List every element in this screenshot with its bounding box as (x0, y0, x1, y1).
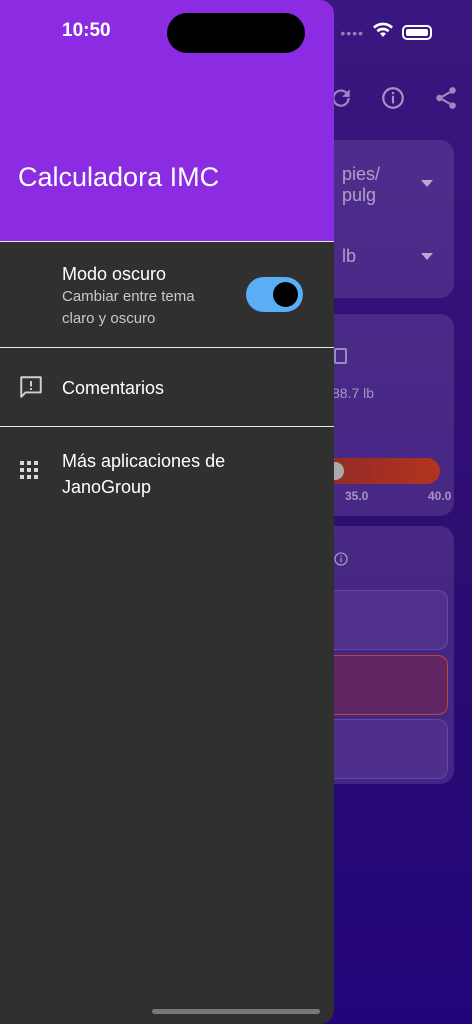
wifi-icon (372, 22, 394, 43)
more-apps-title: Más aplicaciones de JanoGroup (62, 451, 226, 497)
scale-label: 35.0 (345, 489, 369, 503)
battery-icon (402, 25, 432, 40)
info-icon[interactable] (333, 551, 349, 572)
feedback-icon (18, 374, 44, 400)
status-icons: •••• (340, 22, 432, 43)
status-time: 10:50 (62, 20, 111, 41)
signal-icon: •••• (340, 24, 364, 41)
chevron-down-icon (421, 253, 433, 260)
apps-grid-icon (18, 459, 44, 485)
home-indicator (152, 1009, 320, 1014)
share-icon[interactable] (431, 83, 461, 113)
dark-mode-toggle[interactable] (246, 277, 303, 312)
copy-icon[interactable] (332, 345, 348, 370)
info-icon[interactable] (378, 83, 408, 113)
toggle-knob (273, 282, 298, 307)
dark-mode-title: Modo oscuro (62, 264, 167, 284)
chevron-down-icon (421, 180, 433, 187)
height-unit[interactable]: pies/ pulg (342, 164, 380, 206)
scale-label: 40.0 (428, 489, 452, 503)
dynamic-island (167, 13, 305, 53)
weight-unit[interactable]: lb (342, 246, 356, 267)
drawer-title: Calculadora IMC (18, 162, 220, 192)
more-apps-item[interactable]: Más aplicaciones de JanoGroup (0, 427, 334, 517)
weight-value: 88.7 lb (332, 385, 375, 401)
dark-mode-item[interactable]: Modo oscuro Cambiar entre tema claro y o… (0, 242, 334, 348)
feedback-title: Comentarios (62, 378, 165, 398)
feedback-item[interactable]: Comentarios (0, 348, 334, 427)
dark-mode-subtitle: Cambiar entre tema claro y oscuro (62, 288, 195, 327)
navigation-drawer: Calculadora IMC Modo oscuro Cambiar entr… (0, 0, 334, 1024)
